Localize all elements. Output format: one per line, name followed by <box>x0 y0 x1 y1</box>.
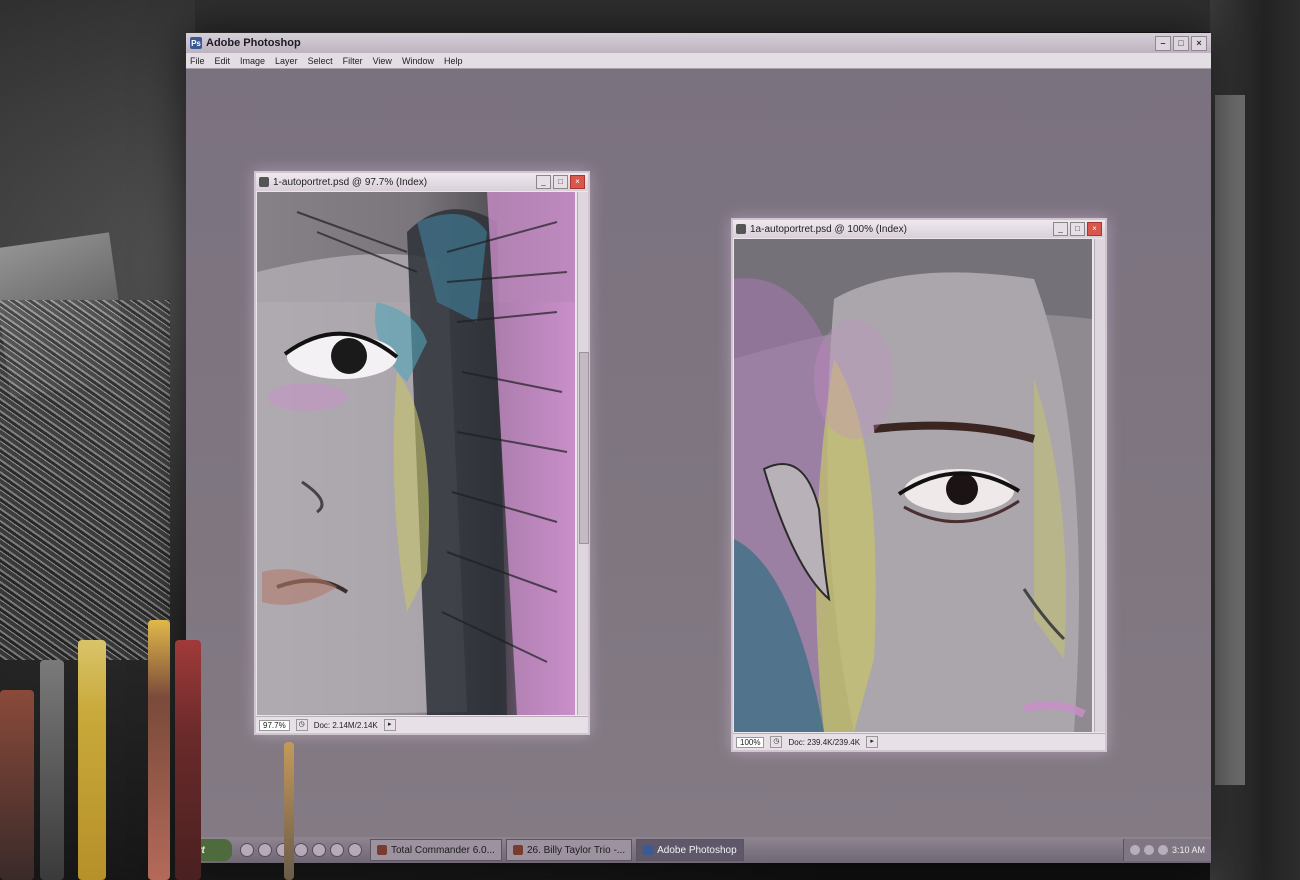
document-titlebar[interactable]: 1a-autoportret.psd @ 100% (Index) _ □ × <box>733 220 1105 238</box>
document-size: Doc: 239.4K/239.4K <box>788 737 861 747</box>
close-icon[interactable]: × <box>1191 35 1207 51</box>
zoom-field[interactable]: 100% <box>736 736 765 748</box>
status-menu-icon[interactable]: ◷ <box>295 719 308 731</box>
document-status-bar: 97.7% ◷ Doc: 2.14M/2.14K ▸ <box>256 716 588 733</box>
quick-launch-icon[interactable] <box>294 843 308 857</box>
close-icon[interactable]: × <box>1087 222 1102 236</box>
taskbar-item-label: Adobe Photoshop <box>657 844 737 856</box>
taskbar-clock[interactable]: 3:10 AM <box>1172 845 1205 855</box>
painting-canvas[interactable] <box>257 192 575 715</box>
menu-bar: File Edit Image Layer Select Filter View… <box>186 53 1211 69</box>
system-tray: 3:10 AM <box>1122 839 1211 861</box>
paint-brush <box>175 640 201 880</box>
minimize-icon[interactable]: _ <box>1053 222 1068 236</box>
app-title: Adobe Photoshop <box>206 37 301 49</box>
taskbar-item-photoshop[interactable]: Adobe Photoshop <box>636 839 744 861</box>
quick-launch-icon[interactable] <box>312 843 326 857</box>
paint-brush <box>284 742 294 880</box>
document-size: Doc: 2.14M/2.14K <box>313 720 378 730</box>
maximize-icon[interactable]: □ <box>553 175 568 189</box>
menu-file[interactable]: File <box>190 56 205 66</box>
quick-launch <box>240 843 362 857</box>
document-controls: _ □ × <box>1053 222 1102 236</box>
photoshop-titlebar: Ps Adobe Photoshop – □ × <box>186 33 1211 53</box>
monitor-top-bezel <box>195 0 1300 32</box>
maximize-icon[interactable]: □ <box>1070 222 1085 236</box>
paint-brush <box>40 660 64 880</box>
total-commander-icon <box>377 845 387 855</box>
vertical-scrollbar[interactable] <box>1094 239 1105 732</box>
status-menu-icon[interactable]: ◷ <box>770 736 783 748</box>
close-icon[interactable]: × <box>570 175 585 189</box>
windows-taskbar: art Total Commander 6.0... 26. Billy Tay… <box>186 837 1211 863</box>
quick-launch-icon[interactable] <box>330 843 344 857</box>
paint-brush <box>78 640 106 880</box>
scroll-thumb[interactable] <box>579 352 589 544</box>
zoom-field[interactable]: 97.7% <box>259 719 290 731</box>
menu-layer[interactable]: Layer <box>275 56 298 66</box>
taskbar-item-label: 26. Billy Taylor Trio -... <box>526 844 626 856</box>
document-window-1[interactable]: 1-autoportret.psd @ 97.7% (Index) _ □ × <box>254 171 590 735</box>
taskbar-item-media-player[interactable]: 26. Billy Taylor Trio -... <box>505 839 633 861</box>
vertical-scrollbar[interactable] <box>577 192 589 715</box>
paint-brush <box>148 620 170 880</box>
window-controls: – □ × <box>1155 35 1207 51</box>
menu-edit[interactable]: Edit <box>215 56 231 66</box>
tray-icon[interactable] <box>1143 845 1154 855</box>
document-titlebar[interactable]: 1-autoportret.psd @ 97.7% (Index) _ □ × <box>256 173 588 191</box>
portrait-painting-right <box>734 239 1092 732</box>
photo-clutter <box>0 300 170 660</box>
status-arrow-icon[interactable]: ▸ <box>866 736 879 748</box>
document-icon <box>259 177 269 187</box>
tray-icon[interactable] <box>1129 845 1140 855</box>
minimize-icon[interactable]: _ <box>536 175 551 189</box>
portrait-painting-left <box>257 192 575 715</box>
photoshop-icon: Ps <box>190 37 202 49</box>
maximize-icon[interactable]: □ <box>1173 35 1189 51</box>
quick-launch-icon[interactable] <box>240 843 254 857</box>
photoshop-workspace: 1-autoportret.psd @ 97.7% (Index) _ □ × <box>186 69 1211 837</box>
menu-select[interactable]: Select <box>308 56 333 66</box>
menu-window[interactable]: Window <box>402 56 434 66</box>
document-window-2[interactable]: 1a-autoportret.psd @ 100% (Index) _ □ × <box>731 218 1107 752</box>
menu-help[interactable]: Help <box>444 56 463 66</box>
document-title: 1a-autoportret.psd @ 100% (Index) <box>750 223 907 235</box>
monitor-screen: Ps Adobe Photoshop – □ × File Edit Image… <box>186 33 1211 863</box>
document-icon <box>736 224 746 234</box>
paint-brush <box>0 690 34 880</box>
document-status-bar: 100% ◷ Doc: 239.4K/239.4K ▸ <box>733 733 1105 750</box>
minimize-icon[interactable]: – <box>1155 35 1171 51</box>
menu-image[interactable]: Image <box>240 56 265 66</box>
document-controls: _ □ × <box>536 175 585 189</box>
taskbar-item-total-commander[interactable]: Total Commander 6.0... <box>370 839 502 861</box>
tray-icon[interactable] <box>1157 845 1168 855</box>
photoshop-icon <box>643 845 654 855</box>
taskbar-item-label: Total Commander 6.0... <box>391 844 495 856</box>
monitor-side-frame <box>1215 95 1245 785</box>
media-player-icon <box>512 845 523 855</box>
quick-launch-icon[interactable] <box>258 843 272 857</box>
menu-filter[interactable]: Filter <box>343 56 363 66</box>
quick-launch-icon[interactable] <box>348 843 362 857</box>
painting-canvas[interactable] <box>734 239 1092 732</box>
status-arrow-icon[interactable]: ▸ <box>383 719 396 731</box>
menu-view[interactable]: View <box>373 56 392 66</box>
document-title: 1-autoportret.psd @ 97.7% (Index) <box>273 176 428 188</box>
